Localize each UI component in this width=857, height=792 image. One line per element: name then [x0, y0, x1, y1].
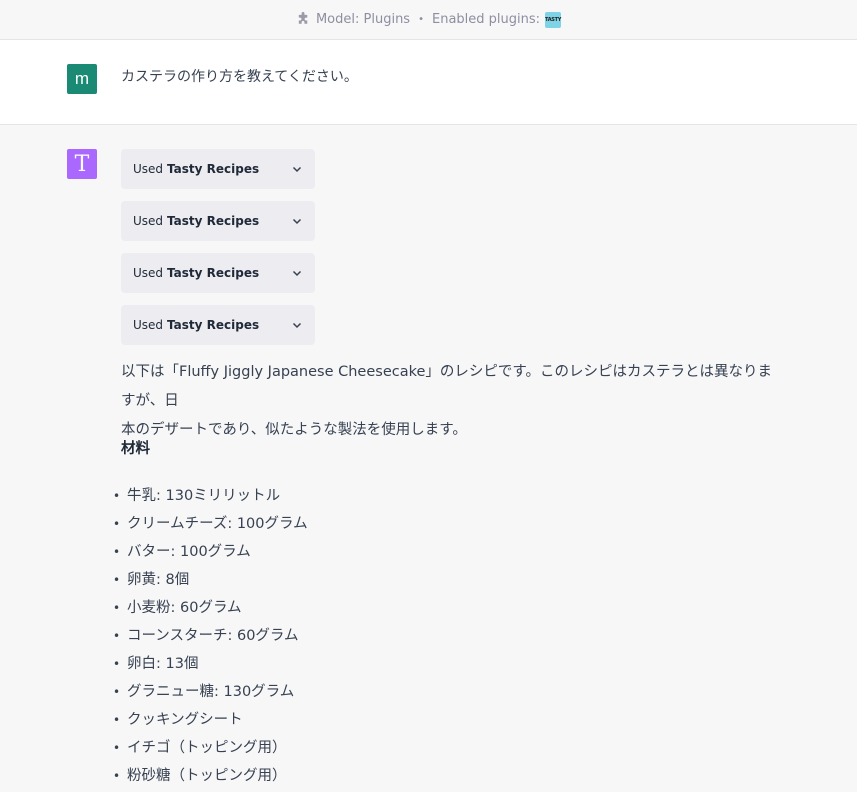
intro-line: 以下は「Fluffy Jiggly Japanese Cheesecake」のレ…	[121, 364, 772, 409]
list-item: クッキングシート	[113, 706, 308, 734]
assistant-intro-text: 以下は「Fluffy Jiggly Japanese Cheesecake」のレ…	[121, 358, 781, 445]
enabled-plugins-label: Enabled plugins:	[432, 12, 541, 27]
list-item: グラニュー糖: 130グラム	[113, 678, 308, 706]
plugin-used-label: Used	[133, 162, 164, 176]
chevron-down-icon	[292, 166, 302, 173]
model-label: Model: Plugins	[315, 12, 411, 27]
list-item: 粉砂糖（トッピング用）	[113, 762, 308, 790]
user-message-row: m カステラの作り方を教えてください。	[0, 40, 857, 125]
list-item: 卵白: 13個	[113, 650, 308, 678]
ingredients-list: 牛乳: 130ミリリットル クリームチーズ: 100グラム バター: 100グラ…	[113, 482, 308, 790]
plugin-name: Tasty Recipes	[167, 214, 260, 228]
tasty-plugin-logo[interactable]: TASTY	[545, 11, 561, 28]
plugin-name: Tasty Recipes	[167, 318, 260, 332]
list-item: 卵黄: 8個	[113, 566, 308, 594]
plugin-call-dropdown[interactable]: Used Tasty Recipes	[121, 201, 315, 241]
plugin-call-dropdown[interactable]: Used Tasty Recipes	[121, 305, 315, 345]
list-item: コーンスターチ: 60グラム	[113, 622, 308, 650]
assistant-avatar: T	[67, 149, 97, 179]
list-item: 小麦粉: 60グラム	[113, 594, 308, 622]
user-avatar: m	[67, 64, 97, 94]
plugin-call-dropdown[interactable]: Used Tasty Recipes	[121, 253, 315, 293]
list-item: イチゴ（トッピング用）	[113, 734, 308, 762]
list-item: 牛乳: 130ミリリットル	[113, 482, 308, 510]
plugin-used-label: Used	[133, 214, 164, 228]
plugin-name: Tasty Recipes	[167, 162, 260, 176]
top-bar: Model: Plugins • Enabled plugins: TASTY	[0, 0, 857, 40]
chevron-down-icon	[292, 322, 302, 329]
list-item: バター: 100グラム	[113, 538, 308, 566]
ingredients-heading: 材料	[121, 441, 150, 457]
separator-dot: •	[418, 14, 424, 25]
user-message-text: カステラの作り方を教えてください。	[121, 69, 358, 85]
plugin-call-dropdown[interactable]: Used Tasty Recipes	[121, 149, 315, 189]
list-item: クリームチーズ: 100グラム	[113, 510, 308, 538]
chevron-down-icon	[292, 218, 302, 225]
intro-line: 本のデザートであり、似たような製法を使用します。	[121, 422, 467, 438]
chevron-down-icon	[292, 270, 302, 277]
plugin-name: Tasty Recipes	[167, 266, 260, 280]
plugin-used-label: Used	[133, 318, 164, 332]
puzzle-icon	[298, 12, 308, 24]
plugin-used-label: Used	[133, 266, 164, 280]
